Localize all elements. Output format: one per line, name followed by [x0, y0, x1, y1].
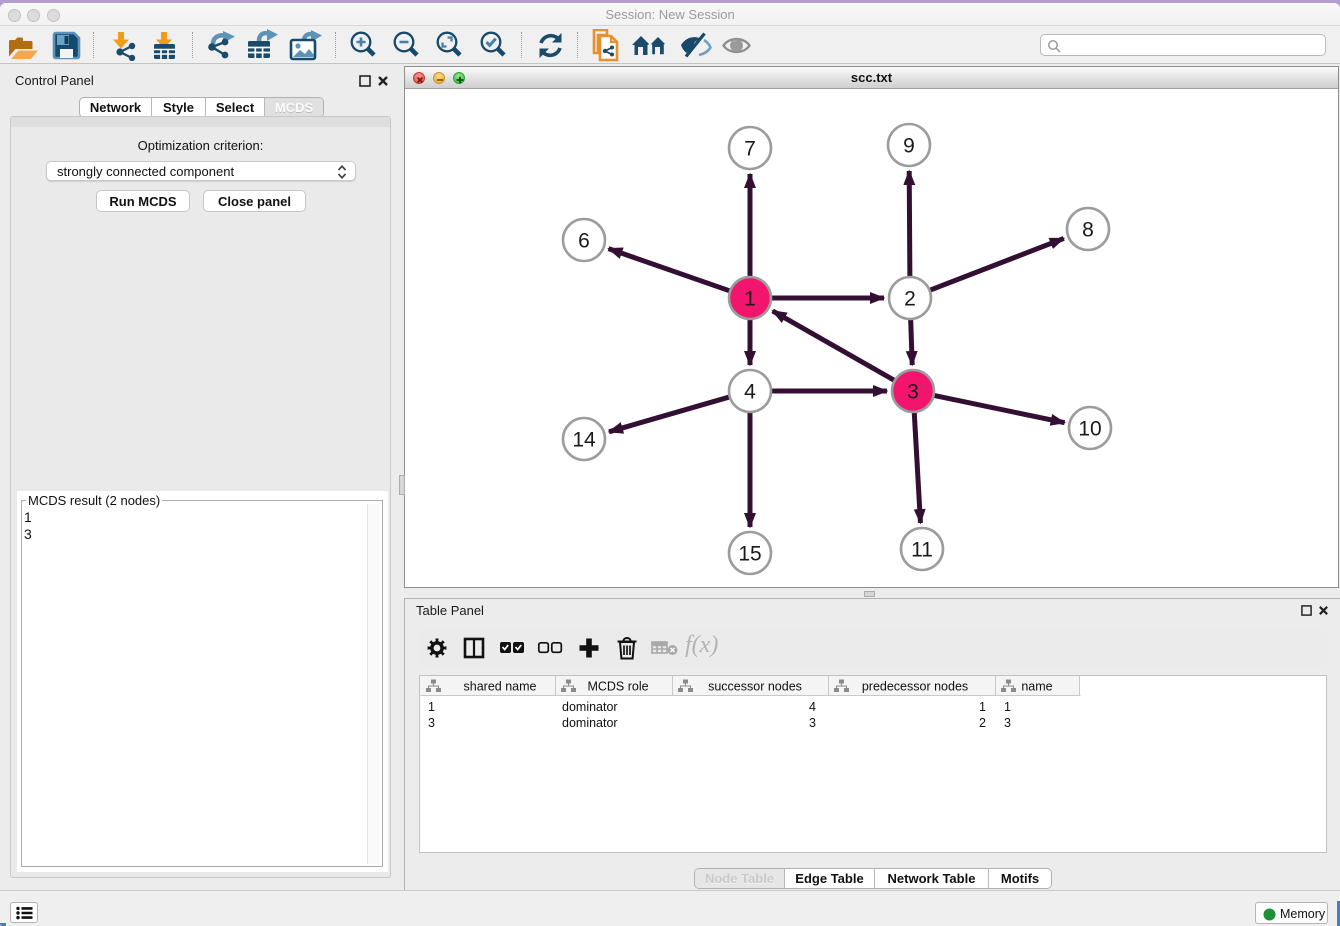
svg-text:predecessor nodes: predecessor nodes [862, 680, 968, 694]
svg-text:14: 14 [572, 429, 596, 452]
svg-text:4: 4 [744, 381, 756, 404]
svg-text:successor nodes: successor nodes [708, 680, 802, 694]
svg-text:10: 10 [1078, 418, 1101, 441]
svg-text:MCDS role: MCDS role [587, 680, 648, 694]
svg-text:8: 8 [1082, 219, 1094, 242]
svg-text:6: 6 [578, 230, 590, 253]
svg-text:1: 1 [744, 288, 756, 311]
svg-text:11: 11 [911, 539, 933, 562]
svg-text:shared name: shared name [464, 680, 537, 694]
svg-text:7: 7 [744, 138, 756, 161]
svg-text:15: 15 [738, 543, 761, 566]
svg-text:3: 3 [907, 381, 919, 404]
svg-text:name: name [1021, 680, 1052, 694]
svg-text:9: 9 [903, 135, 915, 158]
svg-text:2: 2 [904, 288, 916, 311]
